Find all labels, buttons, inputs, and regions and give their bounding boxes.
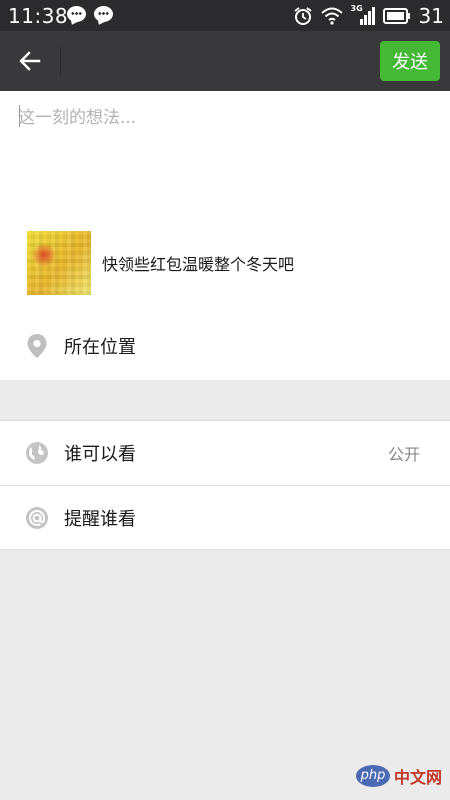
- site-watermark: php 中文网: [356, 764, 442, 788]
- chat-bubble-icon: [67, 6, 86, 22]
- arrow-left-icon: [19, 51, 41, 71]
- watermark-badge: php: [356, 765, 390, 787]
- thought-input[interactable]: [18, 103, 432, 203]
- watermark-text: 中文网: [394, 768, 443, 787]
- back-button[interactable]: [0, 31, 60, 91]
- remind-row[interactable]: 提醒谁看: [0, 486, 450, 550]
- battery-icon: [382, 7, 410, 24]
- remind-label: 提醒谁看: [64, 509, 136, 530]
- title-bar: 发送: [0, 31, 450, 91]
- battery-level: 31: [418, 3, 444, 28]
- signal-icon: 3G: [351, 4, 375, 26]
- wifi-icon: [320, 7, 343, 25]
- alarm-clock-icon: [293, 6, 312, 25]
- location-row[interactable]: 所在位置: [0, 313, 450, 379]
- status-time: 11:38: [8, 4, 69, 28]
- at-sign-icon: [25, 506, 49, 530]
- status-bar: 11:38 3G 31: [0, 0, 450, 31]
- visibility-label: 谁可以看: [64, 444, 136, 465]
- settings-list: 谁可以看 公开 提醒谁看: [0, 420, 450, 550]
- composer-card: 快领些红包温暖整个冬天吧 所在位置: [0, 91, 450, 380]
- title-divider: [60, 45, 61, 77]
- chat-bubble-icon: [94, 6, 113, 22]
- globe-icon: [25, 441, 49, 465]
- shared-link-title: 快领些红包温暖整个冬天吧: [102, 255, 295, 274]
- location-pin-icon: [25, 334, 49, 358]
- location-label: 所在位置: [64, 337, 136, 358]
- shared-link-card[interactable]: 快领些红包温暖整个冬天吧: [27, 231, 294, 295]
- visibility-value: 公开: [387, 445, 420, 464]
- send-button[interactable]: 发送: [380, 41, 440, 81]
- shared-link-thumbnail: [27, 231, 91, 295]
- text-caret: [19, 105, 20, 127]
- status-system-icons: 3G 31: [293, 0, 444, 31]
- visibility-row[interactable]: 谁可以看 公开: [0, 421, 450, 485]
